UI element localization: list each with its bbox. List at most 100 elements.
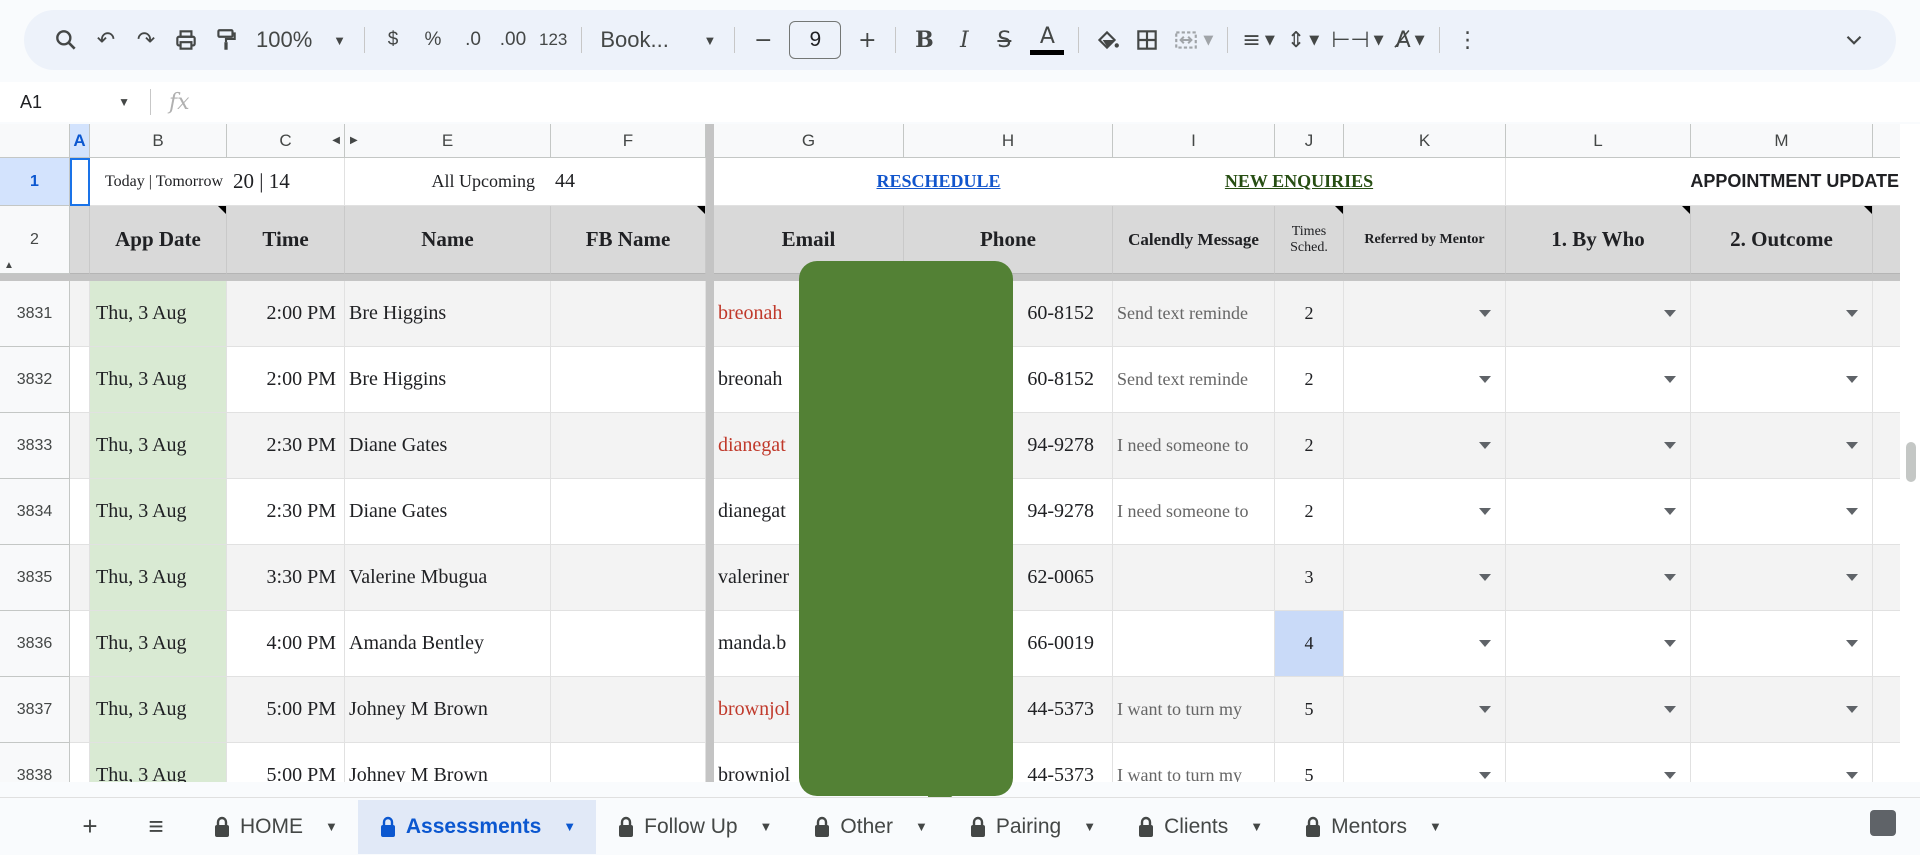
chevron-down-icon[interactable] <box>1664 376 1676 383</box>
referred-by-dropdown[interactable] <box>1344 743 1506 782</box>
chevron-down-icon[interactable] <box>1479 640 1491 647</box>
chevron-down-icon[interactable] <box>1664 772 1676 779</box>
tab-assessments[interactable]: Assessments ▼ <box>357 799 597 854</box>
time-cell[interactable]: 2:00 PM <box>227 347 345 413</box>
table-cell[interactable] <box>70 479 90 545</box>
referred-by-dropdown[interactable] <box>1344 611 1506 677</box>
hidden-columns-right-arrow[interactable]: ▶ <box>350 135 358 146</box>
chevron-down-icon[interactable]: ▼ <box>1429 819 1442 834</box>
chevron-down-icon[interactable] <box>1846 772 1858 779</box>
fb-name-cell[interactable] <box>551 413 706 479</box>
undo-icon[interactable]: ↶ <box>86 20 126 60</box>
referred-by-dropdown[interactable] <box>1344 479 1506 545</box>
selected-cell-a1[interactable] <box>70 158 90 206</box>
name-cell[interactable]: Amanda Bentley <box>345 611 551 677</box>
header-referred-by-mentor[interactable]: Referred by Mentor <box>1344 206 1506 274</box>
redo-icon[interactable]: ↷ <box>126 20 166 60</box>
add-sheet-button[interactable]: + <box>62 805 118 849</box>
time-cell[interactable]: 5:00 PM <box>227 677 345 743</box>
times-sched-cell[interactable]: 2 <box>1275 281 1344 347</box>
percent-format-button[interactable]: % <box>413 20 453 60</box>
outcome-dropdown[interactable] <box>1691 677 1873 743</box>
time-cell[interactable]: 5:00 PM <box>227 743 345 782</box>
table-cell[interactable] <box>70 545 90 611</box>
outcome-dropdown[interactable] <box>1691 743 1873 782</box>
chevron-down-icon[interactable] <box>1846 574 1858 581</box>
header-app-date[interactable]: App Date <box>90 206 227 274</box>
bold-button[interactable]: B <box>904 20 944 60</box>
all-sheets-menu-icon[interactable]: ≡ <box>128 805 184 849</box>
row-header[interactable]: 3837 <box>0 677 70 743</box>
outcome-dropdown[interactable] <box>1691 281 1873 347</box>
app-date-cell[interactable]: Thu, 3 Aug <box>90 413 227 479</box>
app-date-cell[interactable]: Thu, 3 Aug <box>90 677 227 743</box>
font-size-input[interactable]: 9 <box>789 21 842 59</box>
number-format-button[interactable]: 123 <box>533 20 573 60</box>
chevron-down-icon[interactable] <box>1479 508 1491 515</box>
row-header[interactable]: 3835 <box>0 545 70 611</box>
by-who-dropdown[interactable] <box>1506 611 1691 677</box>
table-cell[interactable] <box>70 347 90 413</box>
chevron-down-icon[interactable] <box>1664 508 1676 515</box>
name-cell[interactable]: Bre Higgins <box>345 281 551 347</box>
calendly-message-cell[interactable]: I want to turn my <box>1113 677 1275 743</box>
chevron-down-icon[interactable] <box>1664 706 1676 713</box>
column-header-c[interactable]: C ◀ <box>227 124 345 158</box>
name-cell[interactable]: Diane Gates <box>345 479 551 545</box>
outcome-dropdown[interactable] <box>1691 413 1873 479</box>
more-options-icon[interactable]: ⋮ <box>1448 20 1488 60</box>
column-header-b[interactable]: B <box>90 124 227 158</box>
table-cell[interactable] <box>70 677 90 743</box>
text-color-button[interactable]: A <box>1024 20 1070 60</box>
italic-button[interactable]: I <box>944 20 984 60</box>
frozen-columns-divider[interactable] <box>706 124 714 782</box>
row-header[interactable]: 3836 <box>0 611 70 677</box>
header-time[interactable]: Time <box>227 206 345 274</box>
tab-clients[interactable]: Clients ▼ <box>1116 800 1283 854</box>
header-times-sched[interactable]: Times Sched. <box>1275 206 1344 274</box>
column-header-l[interactable]: L <box>1506 124 1691 158</box>
column-header-m[interactable]: M <box>1691 124 1873 158</box>
new-enquiries-link[interactable]: NEW ENQUIRIES <box>1225 171 1373 192</box>
chevron-down-icon[interactable] <box>1479 376 1491 383</box>
font-select[interactable]: Book... ▼ <box>590 20 726 60</box>
decrease-decimal-button[interactable]: .0 <box>453 20 493 60</box>
freeze-handle-icon[interactable]: ▲ <box>4 260 14 271</box>
chevron-down-icon[interactable]: ▼ <box>563 819 576 834</box>
times-sched-cell[interactable]: 5 <box>1275 677 1344 743</box>
name-cell[interactable]: Valerine Mbugua <box>345 545 551 611</box>
chevron-down-icon[interactable] <box>1479 442 1491 449</box>
table-cell[interactable] <box>70 281 90 347</box>
column-header-j[interactable]: J <box>1275 124 1344 158</box>
outcome-dropdown[interactable] <box>1691 479 1873 545</box>
app-date-cell[interactable]: Thu, 3 Aug <box>90 479 227 545</box>
chevron-down-icon[interactable]: ▼ <box>1250 819 1263 834</box>
referred-by-dropdown[interactable] <box>1344 281 1506 347</box>
borders-icon[interactable] <box>1127 20 1167 60</box>
currency-format-button[interactable]: $ <box>373 20 413 60</box>
chevron-down-icon[interactable] <box>1479 772 1491 779</box>
app-date-cell[interactable]: Thu, 3 Aug <box>90 545 227 611</box>
fill-color-button[interactable] <box>1087 20 1127 60</box>
by-who-dropdown[interactable] <box>1506 677 1691 743</box>
name-box[interactable]: A1 ▼ <box>0 82 150 122</box>
chevron-down-icon[interactable] <box>1664 310 1676 317</box>
column-header-f[interactable]: F <box>551 124 706 158</box>
chevron-down-icon[interactable]: ▼ <box>1083 819 1096 834</box>
fb-name-cell[interactable] <box>551 545 706 611</box>
by-who-dropdown[interactable] <box>1506 413 1691 479</box>
hidden-columns-left-arrow[interactable]: ◀ <box>332 135 340 146</box>
time-cell[interactable]: 2:30 PM <box>227 479 345 545</box>
decrease-font-size-button[interactable]: − <box>743 20 783 60</box>
chevron-down-icon[interactable] <box>1664 640 1676 647</box>
row-header[interactable]: 3834 <box>0 479 70 545</box>
tab-pairing[interactable]: Pairing ▼ <box>948 800 1116 854</box>
table-cell[interactable] <box>70 611 90 677</box>
search-icon[interactable] <box>46 20 86 60</box>
scrollbar-thumb[interactable] <box>1906 442 1916 482</box>
merge-cells-icon[interactable]: ▼ <box>1167 20 1219 60</box>
header-name[interactable]: Name <box>345 206 551 274</box>
time-cell[interactable]: 2:30 PM <box>227 413 345 479</box>
referred-by-dropdown[interactable] <box>1344 545 1506 611</box>
app-date-cell[interactable]: Thu, 3 Aug <box>90 743 227 782</box>
